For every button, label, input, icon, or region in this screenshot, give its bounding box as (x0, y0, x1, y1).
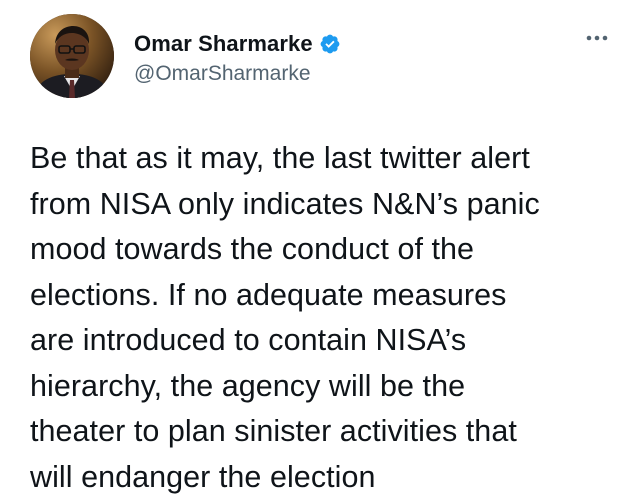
more-horizontal-icon (586, 35, 608, 41)
tweet-header: Omar Sharmarke @OmarSharmarke (30, 14, 620, 104)
author-name-row: Omar Sharmarke (134, 30, 341, 58)
avatar[interactable] (30, 14, 114, 98)
tweet-text: Be that as it may, the last twitter aler… (30, 141, 540, 494)
author-handle[interactable]: @OmarSharmarke (134, 62, 341, 86)
tweet-card: Omar Sharmarke @OmarSharmarke Be that as… (0, 0, 640, 500)
author-display-name[interactable]: Omar Sharmarke (134, 31, 313, 57)
avatar-photo (30, 14, 114, 98)
more-options-button[interactable] (582, 28, 612, 48)
verified-badge-icon (319, 33, 341, 55)
author-identity: Omar Sharmarke @OmarSharmarke (134, 30, 341, 86)
